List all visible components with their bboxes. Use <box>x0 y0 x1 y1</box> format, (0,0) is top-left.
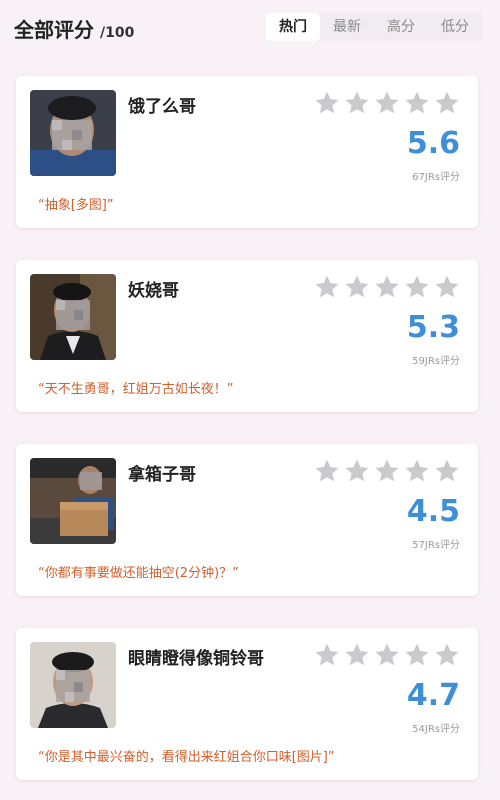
star-icon <box>405 459 429 482</box>
score-scale: /100 <box>100 25 135 41</box>
avatar <box>30 90 116 176</box>
avatar-image <box>30 90 116 176</box>
star-icon <box>315 91 339 114</box>
star-icon <box>345 643 369 666</box>
rating-card[interactable]: 妖娆哥 5.3 59JRs评分 “天不生勇哥，红姐万古如长夜！” <box>16 260 478 412</box>
star-rating <box>314 90 460 116</box>
star-rating <box>314 458 460 484</box>
score-value: 5.6 <box>406 126 460 161</box>
rating-count: 67JRs评分 <box>412 172 460 183</box>
tab-low-score[interactable]: 低分 <box>428 13 482 41</box>
star-icon <box>345 275 369 298</box>
avatar-image <box>30 642 116 728</box>
star-icon <box>405 91 429 114</box>
rating-card[interactable]: 拿箱子哥 4.5 57JRs评分 “你都有事要做还能抽空(2分钟)？” <box>16 444 478 596</box>
person-name: 眼睛瞪得像铜铃哥 <box>128 649 264 669</box>
sort-tabs: 热门 最新 高分 低分 <box>266 13 482 41</box>
star-icon <box>405 275 429 298</box>
star-icon <box>375 643 399 666</box>
star-icon <box>345 91 369 114</box>
tab-hot[interactable]: 热门 <box>266 13 320 41</box>
star-icon <box>435 91 459 114</box>
star-icon <box>375 275 399 298</box>
star-icon <box>315 643 339 666</box>
score-value: 5.3 <box>406 310 460 345</box>
rating-card[interactable]: 饿了么哥 5.6 67JRs评分 “抽象[多图]” <box>16 76 478 228</box>
rating-card[interactable]: 眼睛瞪得像铜铃哥 4.7 54JRs评分 “你是其中最兴奋的，看得出来红姐合你口… <box>16 628 478 780</box>
top-comment[interactable]: “天不生勇哥，红姐万古如长夜！” <box>38 378 233 397</box>
star-icon <box>435 643 459 666</box>
person-name: 妖娆哥 <box>128 281 179 301</box>
page-title: 全部评分/100 <box>14 14 134 43</box>
page-title-text: 全部评分 <box>14 18 94 42</box>
header: 全部评分/100 热门 最新 高分 低分 <box>0 0 500 58</box>
star-icon <box>345 459 369 482</box>
tab-newest[interactable]: 最新 <box>320 13 374 41</box>
top-comment[interactable]: “抽象[多图]” <box>38 194 114 213</box>
top-comment[interactable]: “你都有事要做还能抽空(2分钟)？” <box>38 562 239 581</box>
tab-high-score[interactable]: 高分 <box>374 13 428 41</box>
star-icon <box>375 91 399 114</box>
star-icon <box>315 459 339 482</box>
score-value: 4.7 <box>406 678 460 713</box>
star-rating <box>314 642 460 668</box>
top-comment[interactable]: “你是其中最兴奋的，看得出来红姐合你口味[图片]” <box>38 746 335 765</box>
avatar <box>30 274 116 360</box>
person-name: 拿箱子哥 <box>128 465 196 485</box>
star-icon <box>315 275 339 298</box>
star-icon <box>375 459 399 482</box>
avatar <box>30 458 116 544</box>
person-name: 饿了么哥 <box>128 97 196 117</box>
avatar-image <box>30 458 116 544</box>
rating-count: 54JRs评分 <box>412 724 460 735</box>
avatar <box>30 642 116 728</box>
star-rating <box>314 274 460 300</box>
avatar-image <box>30 274 116 360</box>
rating-count: 57JRs评分 <box>412 540 460 551</box>
star-icon <box>435 459 459 482</box>
star-icon <box>435 275 459 298</box>
score-value: 4.5 <box>406 494 460 529</box>
star-icon <box>405 643 429 666</box>
rating-count: 59JRs评分 <box>412 356 460 367</box>
